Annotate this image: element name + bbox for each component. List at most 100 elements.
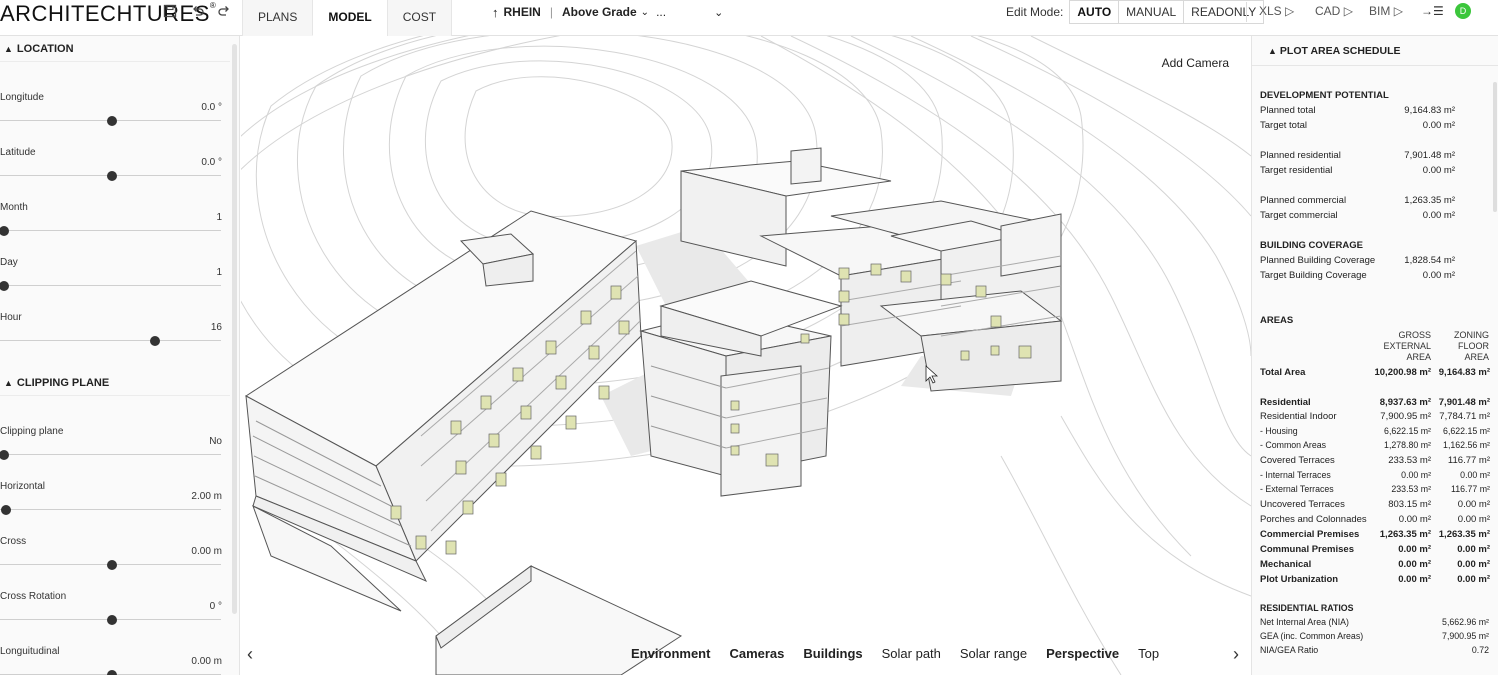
- area-row-label: Residential Indoor: [1260, 411, 1337, 422]
- export-cad-button[interactable]: CAD ▷: [1315, 0, 1353, 24]
- schedule-row: GEA (inc. Common Areas) 7,900.95 m²: [1260, 631, 1489, 644]
- slider-track[interactable]: [0, 509, 221, 510]
- slider-clipping-plane[interactable]: Clipping plane No: [0, 426, 230, 481]
- areas-title: AREAS: [1260, 315, 1294, 326]
- avatar[interactable]: D: [1455, 3, 1471, 19]
- viewport-tab-environment[interactable]: Environment: [631, 646, 710, 661]
- chevron-down-icon: ⌄: [640, 6, 650, 18]
- export-bim-button[interactable]: BIM ▷: [1369, 0, 1403, 24]
- main-tabs: PLANS MODEL COST: [242, 0, 453, 36]
- clipping-section-header[interactable]: ▲ CLIPPING PLANE: [0, 370, 230, 396]
- slider-label: Hour: [0, 312, 22, 323]
- north-arrow-icon: ↑: [492, 4, 499, 20]
- area-row-gross: 8,937.63 m²: [1379, 397, 1431, 408]
- schedule-row: Planned total 9,164.83 m²: [1260, 105, 1455, 118]
- slider-track[interactable]: [0, 454, 221, 455]
- area-row: Total Area 10,200.98 m² 9,164.83 m²: [1260, 367, 1490, 380]
- slider-hour[interactable]: Hour 16: [0, 312, 230, 367]
- area-row: Mechanical 0.00 m² 0.00 m²: [1260, 559, 1490, 572]
- slider-track[interactable]: [0, 340, 221, 341]
- slider-handle[interactable]: [107, 670, 117, 675]
- slider-value: 2.00 m: [191, 491, 222, 502]
- schedule-row-label: Net Internal Area (NIA): [1260, 617, 1349, 627]
- area-row: - Housing 6,622.15 m² 6,622.15 m²: [1260, 426, 1490, 439]
- app-logo[interactable]: ARCHITECHTURES®: [0, 1, 216, 27]
- right-panel-scrollbar[interactable]: [1493, 82, 1497, 212]
- viewport-tabs: Environment Cameras Buildings Solar path…: [631, 646, 1178, 661]
- save-icon[interactable]: [160, 4, 180, 24]
- schedule-row-label: Target Building Coverage: [1260, 270, 1367, 281]
- area-row-zoning: 0.00 m²: [1460, 470, 1490, 480]
- area-row: Commercial Premises 1,263.35 m² 1,263.35 m…: [1260, 529, 1490, 542]
- chevron-down-icon[interactable]: ⌄: [714, 6, 723, 19]
- export-xls-button[interactable]: XLS ▷: [1259, 0, 1294, 24]
- slider-track[interactable]: [0, 230, 221, 231]
- slider-handle[interactable]: [0, 450, 9, 460]
- schedule-row: Planned Building Coverage 1,828.54 m²: [1260, 255, 1455, 268]
- slider-handle[interactable]: [107, 560, 117, 570]
- slider-handle[interactable]: [0, 281, 9, 291]
- schedule-row-value: 0.00 m²: [1422, 210, 1455, 221]
- area-row: Residential Indoor 7,900.95 m² 7,784.71 m²: [1260, 411, 1490, 424]
- slider-latitude[interactable]: Latitude 0.0 °: [0, 147, 230, 202]
- area-row: Plot Urbanization 0.00 m² 0.00 m²: [1260, 574, 1490, 587]
- tab-cost[interactable]: COST: [386, 0, 453, 36]
- redo-icon[interactable]: [214, 4, 234, 24]
- slider-value: 16: [210, 322, 222, 333]
- add-camera-button[interactable]: Add Camera: [1162, 56, 1229, 70]
- schedule-row-value: 7,901.48 m²: [1404, 150, 1455, 161]
- slider-handle[interactable]: [107, 116, 117, 126]
- slider-handle[interactable]: [0, 226, 9, 236]
- 3d-model-scene[interactable]: [241, 36, 1251, 675]
- edit-mode-readonly-button[interactable]: READONLY: [1183, 0, 1265, 24]
- schedule-row: Target commercial 0.00 m²: [1260, 210, 1455, 223]
- edit-mode-label: Edit Mode:: [1006, 5, 1064, 19]
- slider-handle[interactable]: [150, 336, 160, 346]
- slider-day[interactable]: Day 1: [0, 257, 230, 312]
- left-panel-scrollbar[interactable]: [232, 44, 237, 614]
- slider-longitude[interactable]: Longitude 0.0 °: [0, 92, 230, 147]
- slider-horizontal[interactable]: Horizontal 2.00 m: [0, 481, 230, 536]
- chevron-left-icon[interactable]: ‹: [247, 644, 253, 665]
- project-selector[interactable]: ↑ RHEIN | Above Grade ⌄ ... ⌄: [492, 0, 723, 24]
- slider-handle[interactable]: [1, 505, 11, 515]
- slider-month[interactable]: Month 1: [0, 202, 230, 257]
- export-list-icon[interactable]: →☰: [1421, 0, 1444, 24]
- plot-area-schedule-header[interactable]: ▲ PLOT AREA SCHEDULE: [1252, 36, 1498, 66]
- schedule-row-value: 7,900.95 m²: [1442, 631, 1489, 641]
- slider-label: Cross Rotation: [0, 591, 67, 602]
- plot-area-schedule-panel: ▲ PLOT AREA SCHEDULE DEVELOPMENT POTENTIA…: [1251, 36, 1498, 675]
- tab-model[interactable]: MODEL: [312, 0, 387, 36]
- schedule-row-value: 0.72: [1471, 645, 1489, 655]
- area-row-label: Uncovered Terraces: [1260, 499, 1345, 510]
- area-row-label: Commercial Premises: [1260, 529, 1360, 540]
- slider-label: Month: [0, 202, 28, 213]
- location-section-header[interactable]: ▲ LOCATION: [0, 36, 230, 62]
- edit-mode-manual-button[interactable]: MANUAL: [1118, 0, 1185, 24]
- viewport-tab-solar-path[interactable]: Solar path: [882, 646, 941, 661]
- slider-cross-rotation[interactable]: Cross Rotation 0 °: [0, 591, 230, 646]
- viewport-tab-top[interactable]: Top: [1138, 646, 1159, 661]
- chevron-up-icon: ▲: [1268, 46, 1277, 56]
- slider-handle[interactable]: [107, 171, 117, 181]
- viewport-tab-perspective[interactable]: Perspective: [1046, 646, 1119, 661]
- slider-longuitudinal[interactable]: Longuitudinal 0.00 m: [0, 646, 230, 675]
- edit-mode-auto-button[interactable]: AUTO: [1069, 0, 1120, 24]
- slider-track[interactable]: [0, 285, 221, 286]
- level-selector[interactable]: Above Grade: [562, 5, 637, 19]
- area-row-gross: 1,263.35 m²: [1379, 529, 1431, 540]
- schedule-row: Planned residential 7,901.48 m²: [1260, 150, 1455, 163]
- more-options[interactable]: ...: [656, 5, 666, 19]
- slider-cross[interactable]: Cross 0.00 m: [0, 536, 230, 591]
- play-icon: ▷: [1393, 4, 1403, 18]
- building-coverage-title: BUILDING COVERAGE: [1260, 240, 1363, 251]
- tab-plans[interactable]: PLANS: [242, 0, 313, 36]
- viewport-tab-buildings[interactable]: Buildings: [803, 646, 862, 661]
- slider-handle[interactable]: [107, 615, 117, 625]
- area-row-gross: 803.15 m²: [1388, 499, 1431, 510]
- 3d-viewport[interactable]: Add Camera ‹ Environment Cameras Buildin…: [241, 36, 1251, 675]
- viewport-tab-cameras[interactable]: Cameras: [729, 646, 784, 661]
- viewport-tab-solar-range[interactable]: Solar range: [960, 646, 1027, 661]
- chevron-right-icon[interactable]: ›: [1233, 644, 1239, 665]
- undo-icon[interactable]: [188, 4, 208, 24]
